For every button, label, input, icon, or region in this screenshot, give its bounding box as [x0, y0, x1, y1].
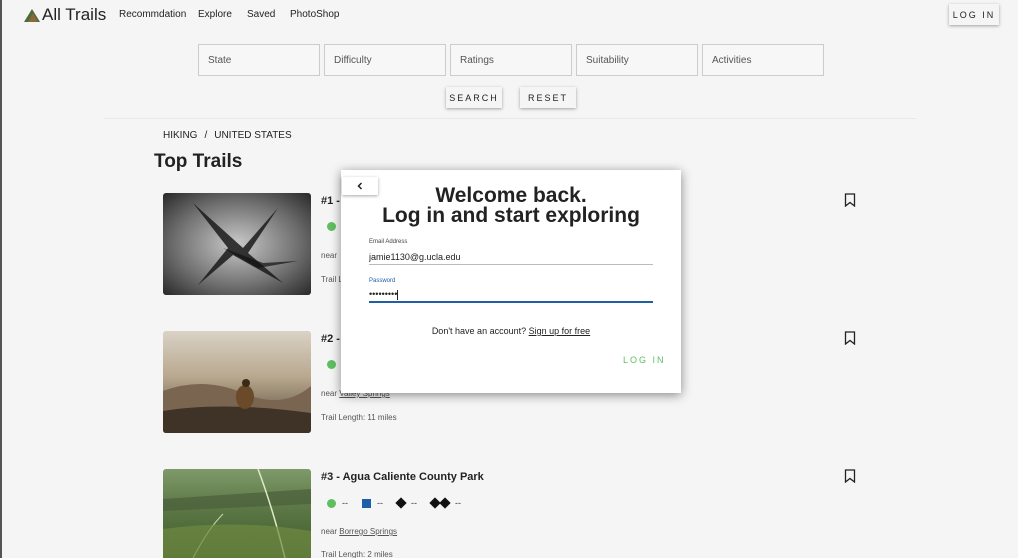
trail-1-photo[interactable] — [163, 193, 311, 295]
search-button[interactable]: SEARCH — [446, 87, 502, 108]
green-dot-icon — [327, 498, 336, 508]
trail-2-near-prefix: near — [321, 389, 340, 398]
modal-login-button[interactable]: LOG IN — [623, 355, 666, 365]
brand-logo[interactable]: All Trails — [24, 5, 106, 25]
difficulty-filter[interactable]: Difficulty — [324, 44, 446, 76]
trail-3-stat-black-diamond-value: -- — [411, 498, 417, 508]
modal-title: Welcome back. Log in and start exploring — [341, 184, 681, 227]
trail-3-image — [163, 469, 311, 558]
trail-3-near-prefix: near — [321, 527, 340, 536]
brand-name: All Trails — [42, 5, 107, 24]
trail-3-stats: -- -- -- -- — [327, 497, 475, 509]
nav-recommendation[interactable]: Recommdation — [119, 9, 186, 20]
signup-text: Don't have an account? — [431, 326, 527, 336]
trail-2-title[interactable]: #2 - — [321, 333, 340, 345]
double-diamond-icon-b — [439, 497, 451, 509]
trail-2-bookmark-icon[interactable] — [844, 331, 856, 345]
header-login-button[interactable]: LOG IN — [949, 4, 999, 25]
password-masked-value: ••••••••• — [369, 289, 398, 299]
trail-1-title[interactable]: #1 - — [321, 195, 340, 207]
trail-3-near: near Borrego Springs — [321, 527, 397, 536]
trail-3-photo[interactable] — [163, 469, 311, 558]
trail-1-near-prefix: near — [321, 251, 338, 260]
breadcrumb-separator: / — [204, 130, 208, 141]
trail-1-stats — [327, 222, 342, 231]
trail-1-bookmark-icon[interactable] — [844, 193, 856, 207]
trail-3-stat-difficulty: -- — [362, 498, 383, 508]
modal-title-line1: Welcome back. — [435, 184, 587, 207]
black-diamond-icon — [395, 497, 407, 509]
breadcrumb-hiking[interactable]: HIKING — [163, 130, 197, 141]
breadcrumb: HIKING / UNITED STATES — [163, 130, 292, 141]
state-filter[interactable]: State — [198, 44, 320, 76]
breadcrumb-united-states[interactable]: UNITED STATES — [214, 130, 291, 141]
password-label: Password — [369, 278, 396, 284]
page-title: Top Trails — [154, 151, 243, 172]
trail-3-length: Trail Length: 2 miles — [321, 550, 393, 558]
text-cursor — [397, 289, 399, 300]
password-field[interactable]: ••••••••• — [369, 287, 653, 303]
trail-3-stat-rating: -- — [327, 498, 348, 508]
trail-3-stat-black-diamond: -- — [395, 497, 417, 509]
trail-3-stat-double-diamond: -- — [429, 497, 461, 509]
trail-1-rating-dot-icon — [327, 222, 336, 231]
signup-link[interactable]: Sign up for free — [529, 326, 591, 336]
nav-saved[interactable]: Saved — [247, 9, 275, 20]
activities-filter[interactable]: Activities — [702, 44, 824, 76]
trail-3-stat-rating-value: -- — [342, 498, 348, 508]
trail-2-length: Trail Length: 11 miles — [321, 413, 397, 422]
trail-1-image — [163, 193, 311, 295]
trail-1-length: Trail L — [321, 275, 343, 284]
trail-2-stats — [327, 360, 342, 369]
ratings-filter[interactable]: Ratings — [450, 44, 572, 76]
trail-3-stat-double-diamond-value: -- — [455, 498, 461, 508]
blue-square-icon — [362, 498, 371, 508]
trail-2-photo[interactable] — [163, 331, 311, 433]
email-field[interactable] — [369, 249, 653, 265]
reset-button[interactable]: RESET — [520, 87, 576, 108]
nav-explore[interactable]: Explore — [198, 9, 232, 20]
modal-title-line2: Log in and start exploring — [382, 204, 640, 227]
trail-3-stat-difficulty-value: -- — [377, 498, 383, 508]
trail-1-near: near — [321, 251, 337, 260]
signup-prompt: Don't have an account? Sign up for free — [341, 326, 681, 336]
trail-3-title[interactable]: #3 - Agua Caliente County Park — [321, 471, 484, 483]
trail-2-image — [163, 331, 311, 433]
trail-3-near-link[interactable]: Borrego Springs — [339, 527, 397, 536]
trail-2-rating-dot-icon — [327, 360, 336, 369]
email-label: Email Address — [369, 239, 408, 245]
trail-3-bookmark-icon[interactable] — [844, 469, 856, 483]
section-divider — [104, 118, 916, 119]
nav-photoshop[interactable]: PhotoShop — [290, 9, 340, 20]
login-modal: Welcome back. Log in and start exploring… — [341, 170, 681, 393]
suitability-filter[interactable]: Suitability — [576, 44, 698, 76]
top-header: All Trails Recommdation Explore Saved Ph… — [2, 0, 1018, 32]
mountain-logo-icon — [24, 9, 40, 22]
